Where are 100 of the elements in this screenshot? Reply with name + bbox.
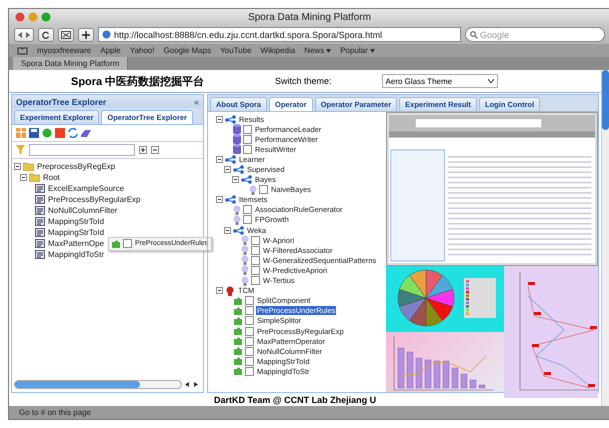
checkbox[interactable]: [245, 356, 254, 366]
network-icon: [225, 114, 236, 124]
bookmark-link[interactable]: Apple: [100, 46, 121, 55]
legend-panel: [464, 278, 496, 318]
checkbox[interactable]: [245, 326, 254, 336]
bar: [478, 384, 486, 388]
tree-item[interactable]: MappingStrToId: [47, 217, 106, 226]
bar: [424, 360, 432, 388]
puzzle-icon: [233, 356, 243, 366]
collapse-icon[interactable]: [14, 163, 21, 170]
folder-icon: [29, 173, 40, 182]
checkbox[interactable]: [251, 266, 260, 275]
collapse-icon[interactable]: [216, 196, 223, 204]
run-icon[interactable]: [42, 128, 52, 138]
tree-item[interactable]: ExcelExampleSource: [47, 184, 126, 193]
checkbox[interactable]: [245, 366, 254, 376]
collapse-icon[interactable]: [232, 176, 239, 184]
checkbox[interactable]: [243, 144, 252, 154]
scroll-right-icon[interactable]: [192, 380, 200, 388]
crossed-box-icon: [61, 30, 71, 38]
page-title: Spora 中医药数据挖掘平台: [71, 74, 206, 88]
checkbox[interactable]: [245, 346, 254, 356]
list-icon: [35, 184, 45, 193]
bar: [452, 368, 458, 388]
checkbox[interactable]: [243, 124, 252, 134]
filter-field[interactable]: [29, 144, 135, 156]
bookmark-link[interactable]: Google Maps: [163, 46, 212, 55]
vertical-scrollbar[interactable]: [602, 70, 609, 130]
add-bookmark-button[interactable]: [78, 28, 94, 42]
footer-text: DartKD Team @ CCNT Lab Zhejiang U: [214, 394, 376, 404]
tree-item[interactable]: Root: [42, 173, 61, 182]
tcm-icon: [225, 286, 235, 296]
list-icon: [35, 250, 45, 259]
reload-icon: [42, 30, 50, 38]
collapse-all-icon[interactable]: [151, 146, 159, 154]
checkbox[interactable]: [251, 246, 260, 255]
bookmark-link[interactable]: Yahoo!: [130, 46, 154, 55]
search-icon: [470, 30, 478, 38]
checkbox[interactable]: [245, 296, 254, 306]
list-icon: [35, 228, 45, 237]
bar: [416, 358, 422, 388]
bookmark-link[interactable]: News: [304, 46, 332, 55]
checkbox[interactable]: [259, 185, 268, 194]
tree-item[interactable]: MaxPatternOpe: [47, 239, 106, 248]
checkbox[interactable]: [243, 215, 252, 224]
bookmark-link[interactable]: YouTube: [220, 46, 252, 55]
globe-icon: [102, 30, 111, 39]
tree-item[interactable]: MappingStrToId: [47, 228, 106, 237]
checkbox[interactable]: [251, 276, 260, 286]
collapse-icon[interactable]: [216, 287, 223, 294]
checkbox[interactable]: [245, 316, 254, 326]
checkbox[interactable]: [243, 134, 252, 144]
bookmark-link[interactable]: Popular: [340, 46, 375, 55]
tree-item[interactable]: MappingIdToStr: [47, 250, 106, 259]
checkbox[interactable]: [245, 306, 254, 316]
collapse-icon[interactable]: [20, 174, 27, 181]
collapse-icon[interactable]: [224, 166, 231, 174]
puzzle-icon: [233, 306, 243, 316]
dropdown-arrow-icon: [370, 48, 375, 52]
list-icon: [35, 217, 45, 226]
collapse-icon[interactable]: [216, 156, 223, 163]
book-icon[interactable]: [17, 46, 28, 54]
browser-tab[interactable]: Spora Data Mining Platform: [13, 57, 128, 70]
horizontal-scrollbar[interactable]: [14, 380, 182, 388]
refresh-icon[interactable]: [68, 128, 78, 138]
bookmark-link[interactable]: Wikipedia: [260, 46, 296, 55]
data-marker: [534, 312, 541, 315]
dropdown-arrow-icon: [326, 48, 332, 52]
checkbox[interactable]: [251, 236, 260, 245]
checkbox[interactable]: [243, 205, 252, 214]
collapse-button[interactable]: «: [194, 96, 199, 106]
window-title: Spora Data Mining Platform: [248, 12, 371, 22]
collapse-icon[interactable]: [216, 116, 223, 123]
save-icon[interactable]: [29, 128, 39, 138]
data-marker: [532, 344, 539, 347]
expand-all-icon[interactable]: [139, 146, 147, 154]
bookmark-link[interactable]: myosxfreeware: [37, 46, 92, 55]
bar: [398, 348, 404, 388]
puzzle-icon: [233, 366, 243, 376]
tree-item[interactable]: PreProcessByRegularExp: [47, 195, 142, 204]
filter-icon[interactable]: [16, 145, 25, 155]
network-icon: [233, 226, 244, 235]
reload-button[interactable]: [38, 28, 54, 42]
list-icon: [35, 239, 45, 248]
lightbulb-icon: [249, 184, 257, 195]
address-field[interactable]: http://localhost:8888/cn.edu.zju.ccnt.dartkd.spora.Spora/Spora.html: [98, 27, 461, 42]
checkbox[interactable]: [245, 336, 254, 346]
network-icon: [225, 195, 236, 204]
collapse-icon[interactable]: [224, 226, 231, 234]
network-icon: [241, 175, 252, 184]
checkbox[interactable]: [251, 256, 260, 265]
tree-item[interactable]: PreprocessByRegExp: [36, 162, 116, 171]
back-button[interactable]: [14, 28, 34, 42]
panel-title: OperatorTree Explorer: [16, 96, 106, 106]
theme-select[interactable]: Aero Glass Theme: [382, 74, 498, 88]
data-marker: [544, 372, 551, 375]
eraser-icon[interactable]: [81, 128, 91, 138]
puzzle-icon: [233, 336, 243, 346]
snapback-button[interactable]: [58, 28, 74, 42]
tree-item[interactable]: NoNullColumnFilter: [47, 206, 118, 215]
